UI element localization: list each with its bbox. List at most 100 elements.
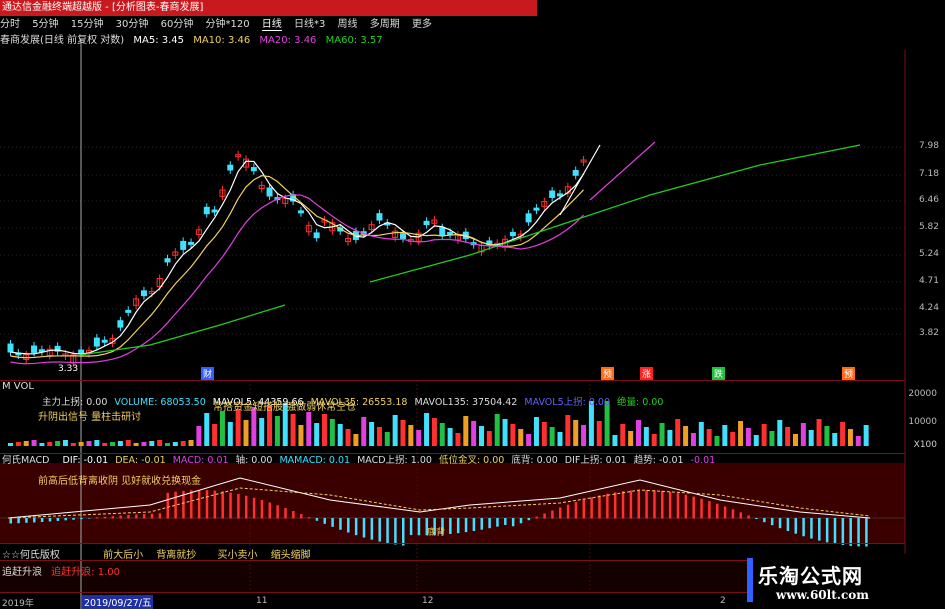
volume-bar xyxy=(573,420,579,446)
volume-bar xyxy=(565,415,571,446)
hs-note: 前大后小 xyxy=(103,550,144,561)
kline-candle xyxy=(203,206,210,215)
ma5-line-tail xyxy=(559,144,601,216)
macd-dea: DEA: -0.01 xyxy=(115,455,166,466)
macd-bar xyxy=(747,515,750,519)
macd-bar xyxy=(9,518,12,524)
volume-bar xyxy=(479,426,484,446)
macd-bar xyxy=(535,516,538,519)
volume-bar xyxy=(314,423,320,446)
vol-zhuli: 主力上拐: 0.00 xyxy=(42,397,108,408)
ma10-line xyxy=(10,175,584,359)
macd-bar xyxy=(700,498,703,519)
macd-bar xyxy=(245,495,248,519)
volume-bar xyxy=(439,423,445,446)
event-tag-finance[interactable]: 财 xyxy=(201,367,215,380)
volume-bar xyxy=(47,442,53,446)
macd-bar xyxy=(621,491,625,519)
macd-bar xyxy=(511,518,515,527)
macd-panel-header: 何氏MACD DIF: -0.01 DEA: -0.01 MACD: 0.01 … xyxy=(2,452,715,466)
low-price-marker: 3.33 xyxy=(58,364,79,374)
macd-bar xyxy=(331,518,334,527)
volume-bar xyxy=(793,434,798,446)
macd-bar xyxy=(841,518,845,545)
event-tag-forecast[interactable]: 预 xyxy=(842,367,856,380)
event-tag-rise[interactable]: 涨 xyxy=(640,367,654,380)
volume-bar xyxy=(745,428,751,446)
macd-bar xyxy=(519,518,523,524)
kline-candle xyxy=(93,337,100,347)
macd-bar xyxy=(645,490,648,519)
macd-bar xyxy=(268,502,272,519)
vol-note-1: 升阴出信号 量柱击研讨 xyxy=(38,412,142,423)
volume-bar xyxy=(643,427,649,446)
kline-candle xyxy=(125,309,132,313)
volume-bar xyxy=(227,422,233,446)
macd-bar xyxy=(723,506,727,519)
volume-bar xyxy=(486,431,492,446)
vol-panel-header: M VOL xyxy=(2,381,34,392)
macd-last: -0.01 xyxy=(690,455,716,466)
volume-bar xyxy=(110,442,116,446)
volume-bar xyxy=(840,422,846,446)
macd-bar xyxy=(205,490,209,519)
macd-bar xyxy=(260,500,264,519)
macd-bar xyxy=(590,497,593,519)
zs-panel: 追赶升浪 追赶升浪: 1.00 xyxy=(2,563,120,578)
event-tag-forecast[interactable]: 预 xyxy=(601,367,615,380)
volume-bar xyxy=(738,421,744,446)
macd-bar xyxy=(409,518,413,536)
macd-diwei: 低位金叉: 0.00 xyxy=(438,455,505,466)
macd-bar xyxy=(637,490,640,519)
volume-bar xyxy=(761,424,767,446)
macd-bar xyxy=(566,504,570,519)
macd-bar xyxy=(135,514,138,519)
volume-bar xyxy=(15,442,21,446)
macd-bar xyxy=(197,490,201,519)
volume-bar xyxy=(510,424,516,446)
price-tick: 5.82 xyxy=(918,222,939,232)
macd-bar xyxy=(559,507,562,519)
volume-bar xyxy=(345,429,351,446)
volume-bar xyxy=(628,431,634,446)
macd-bar xyxy=(653,490,656,519)
volume-bar xyxy=(557,432,563,446)
macd-bar xyxy=(252,497,256,519)
kline-candle xyxy=(525,213,532,223)
macd-bar xyxy=(598,495,601,519)
volume-bar xyxy=(808,430,814,446)
volume-bar xyxy=(259,418,265,446)
event-tag-fall[interactable]: 跌 xyxy=(712,367,726,380)
macd-bar xyxy=(95,517,99,519)
panel-divider[interactable] xyxy=(0,543,905,544)
panel-divider[interactable] xyxy=(0,380,905,381)
hs-note: 买小卖小 xyxy=(217,550,258,561)
volume-bar xyxy=(612,435,618,446)
volume-bar xyxy=(298,425,304,446)
macd-bar xyxy=(472,518,476,531)
volume-bar xyxy=(651,434,657,446)
volume-bar xyxy=(102,443,108,446)
macd-mamacd: MAMACD: 0.01 xyxy=(279,455,351,466)
volume-bar xyxy=(8,443,13,446)
volume-bar xyxy=(212,424,218,446)
volume-bar xyxy=(31,440,37,446)
kline-candle xyxy=(7,343,14,353)
kline-chart-canvas[interactable] xyxy=(0,0,945,609)
volume-bar xyxy=(384,432,390,446)
macd-macd: MACD: 0.01 xyxy=(172,455,229,466)
volume-bar xyxy=(690,433,696,446)
macd-bar xyxy=(543,513,546,519)
kline-candle xyxy=(533,207,540,211)
macd-bar xyxy=(284,508,287,519)
price-tick: 4.71 xyxy=(918,276,939,286)
volume-bar xyxy=(376,427,382,446)
macd-bar xyxy=(378,518,381,542)
macd-bar xyxy=(504,518,507,525)
kline-candle xyxy=(227,164,234,171)
volume-bar xyxy=(502,419,508,446)
macd-bar xyxy=(676,493,680,519)
volume-bar xyxy=(204,413,210,446)
volume-bar xyxy=(55,441,61,446)
macd-bar xyxy=(25,518,28,523)
